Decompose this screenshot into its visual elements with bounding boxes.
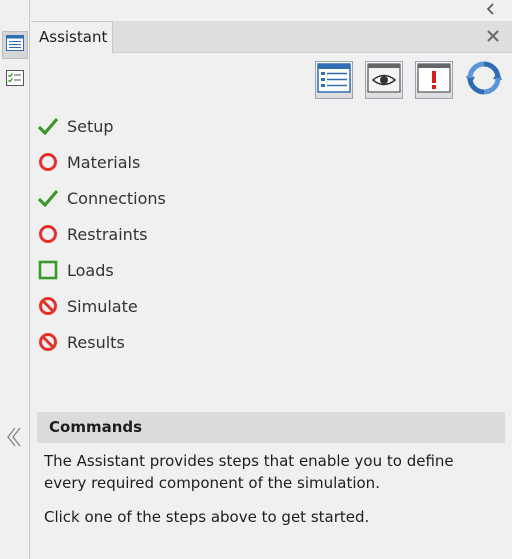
list-view-icon — [317, 63, 351, 97]
tab-assistant[interactable]: Assistant — [31, 21, 113, 53]
collapse-panel-button[interactable] — [484, 2, 498, 18]
side-tab-assistant[interactable] — [2, 31, 28, 59]
check-icon — [37, 187, 59, 209]
step-connections[interactable]: Connections — [37, 180, 166, 216]
prohibited-icon — [37, 331, 59, 353]
double-chevron-left-icon — [6, 425, 22, 453]
refresh-icon — [465, 59, 503, 101]
commands-title: Commands — [37, 412, 505, 443]
incomplete-ring-icon — [37, 223, 59, 245]
step-label: Restraints — [67, 224, 148, 244]
prohibited-icon — [37, 295, 59, 317]
step-restraints[interactable]: Restraints — [37, 216, 166, 252]
step-label: Materials — [67, 152, 141, 172]
checklist-icon — [6, 70, 24, 90]
refresh-button[interactable] — [465, 61, 503, 99]
commands-paragraph: The Assistant provides steps that enable… — [44, 452, 454, 492]
preview-button[interactable] — [365, 61, 403, 99]
expand-panel-button[interactable] — [2, 424, 26, 454]
close-icon — [486, 28, 500, 47]
step-results[interactable]: Results — [37, 324, 166, 360]
side-tab-strip — [0, 0, 30, 559]
commands-description: The Assistant provides steps that enable… — [37, 443, 505, 528]
side-tab-checklist[interactable] — [2, 66, 28, 94]
tab-label: Assistant — [39, 28, 108, 46]
step-label: Loads — [67, 260, 114, 280]
step-list: Setup Materials Connections Restraints L… — [37, 108, 166, 360]
step-loads[interactable]: Loads — [37, 252, 166, 288]
commands-section: Commands The Assistant provides steps th… — [37, 412, 505, 540]
step-label: Simulate — [67, 296, 138, 316]
step-setup[interactable]: Setup — [37, 108, 166, 144]
close-button[interactable] — [482, 26, 504, 48]
step-materials[interactable]: Materials — [37, 144, 166, 180]
list-view-button[interactable] — [315, 61, 353, 99]
optional-square-icon — [37, 259, 59, 281]
step-simulate[interactable]: Simulate — [37, 288, 166, 324]
step-label: Results — [67, 332, 125, 352]
panel-top-strip — [31, 0, 512, 21]
commands-paragraph: Click one of the steps above to get star… — [44, 508, 370, 526]
warnings-button[interactable] — [415, 61, 453, 99]
check-icon — [37, 115, 59, 137]
assistant-toolbar — [315, 61, 503, 101]
step-label: Connections — [67, 188, 166, 208]
chevron-left-icon — [486, 1, 496, 20]
panel-header: Assistant — [31, 21, 512, 53]
step-label: Setup — [67, 116, 114, 136]
eye-icon — [367, 63, 401, 97]
assistant-panel: Assistant Setup Materials Connections Re… — [31, 0, 512, 559]
warning-icon — [417, 63, 451, 97]
incomplete-ring-icon — [37, 151, 59, 173]
list-panel-icon — [6, 35, 24, 55]
